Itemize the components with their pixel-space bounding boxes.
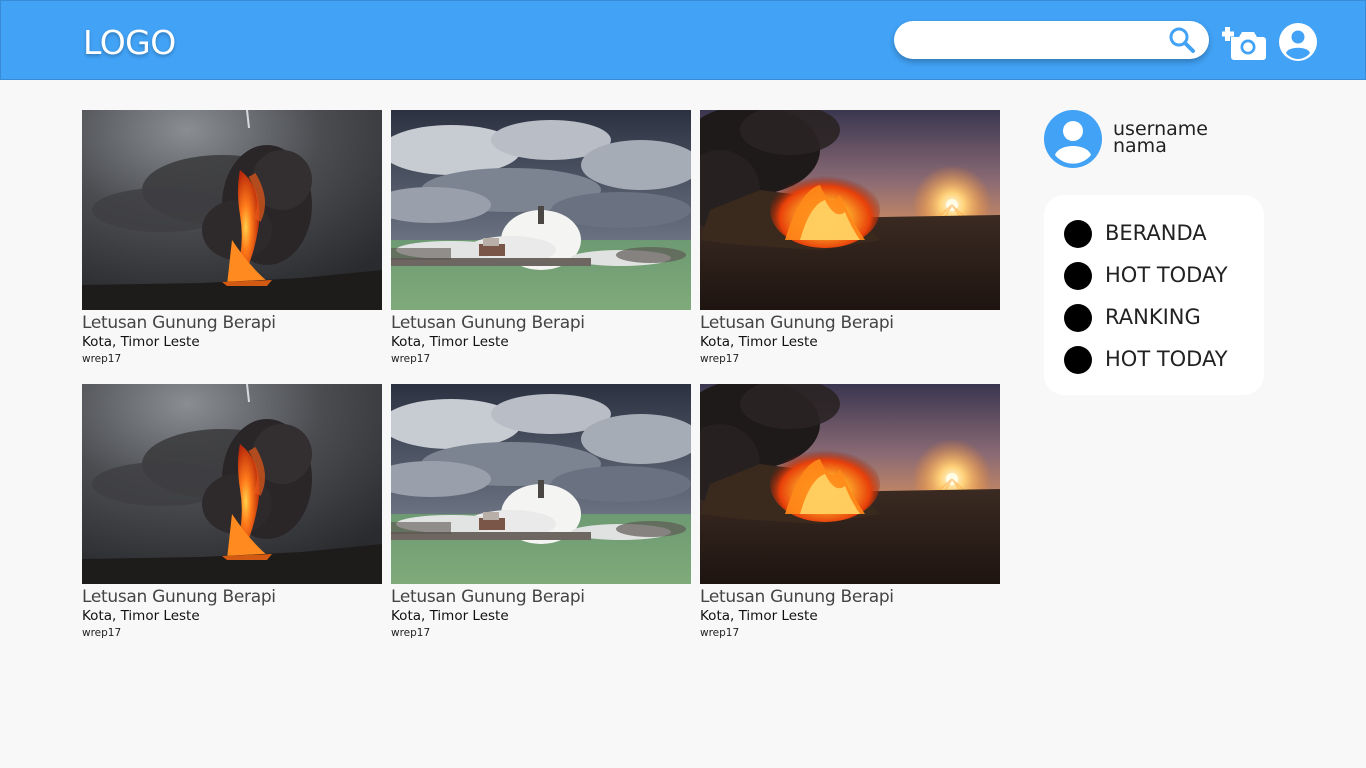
bullet-icon bbox=[1064, 220, 1092, 248]
post-author[interactable]: wrep17 bbox=[700, 626, 1000, 640]
post-grid: Letusan Gunung Berapi Kota, Timor Leste … bbox=[82, 110, 1000, 644]
menu-item-hot-today[interactable]: HOT TODAY bbox=[1064, 260, 1254, 290]
post-title: Letusan Gunung Berapi bbox=[700, 587, 894, 607]
bonfire-sunset-image[interactable] bbox=[700, 110, 1000, 310]
menu-item-label: RANKING bbox=[1105, 305, 1201, 329]
account-circle-icon[interactable] bbox=[1043, 109, 1103, 169]
post-location: Kota, Timor Leste bbox=[82, 334, 200, 350]
search-input[interactable] bbox=[912, 29, 1162, 51]
volcano-eruption-image[interactable] bbox=[82, 384, 382, 584]
menu-item-label: HOT TODAY bbox=[1105, 347, 1228, 371]
post-card[interactable]: Letusan Gunung Berapi Kota, Timor Leste … bbox=[82, 384, 382, 644]
post-card[interactable]: Letusan Gunung Berapi Kota, Timor Leste … bbox=[700, 384, 1000, 644]
bonfire-sunset-image[interactable] bbox=[700, 384, 1000, 584]
post-title: Letusan Gunung Berapi bbox=[700, 313, 894, 333]
menu-item-label: HOT TODAY bbox=[1105, 263, 1228, 287]
bullet-icon bbox=[1064, 304, 1092, 332]
volcano-eruption-image[interactable] bbox=[82, 110, 382, 310]
post-author[interactable]: wrep17 bbox=[82, 626, 382, 640]
post-location: Kota, Timor Leste bbox=[82, 608, 200, 624]
menu-item-label: BERANDA bbox=[1105, 221, 1207, 245]
post-title: Letusan Gunung Berapi bbox=[82, 587, 276, 607]
search-bar[interactable] bbox=[894, 21, 1209, 59]
post-card[interactable]: Letusan Gunung Berapi Kota, Timor Leste … bbox=[391, 384, 691, 644]
post-location: Kota, Timor Leste bbox=[700, 334, 818, 350]
post-location: Kota, Timor Leste bbox=[391, 334, 509, 350]
menu-item-ranking[interactable]: RANKING bbox=[1064, 302, 1254, 332]
search-icon[interactable] bbox=[1168, 26, 1196, 54]
post-title: Letusan Gunung Berapi bbox=[391, 313, 585, 333]
post-author[interactable]: wrep17 bbox=[82, 352, 382, 366]
add-photo-icon[interactable] bbox=[1222, 21, 1268, 61]
stormy-sea-lighthouse-image[interactable] bbox=[391, 384, 691, 584]
menu-item-beranda[interactable]: BERANDA bbox=[1064, 218, 1254, 248]
stormy-sea-lighthouse-image[interactable] bbox=[391, 110, 691, 310]
bullet-icon bbox=[1064, 262, 1092, 290]
bullet-icon bbox=[1064, 346, 1092, 374]
post-author[interactable]: wrep17 bbox=[391, 626, 691, 640]
account-icon[interactable] bbox=[1278, 22, 1318, 62]
post-location: Kota, Timor Leste bbox=[700, 608, 818, 624]
post-location: Kota, Timor Leste bbox=[391, 608, 509, 624]
side-menu: BERANDA HOT TODAY RANKING HOT TODAY bbox=[1044, 195, 1264, 395]
post-title: Letusan Gunung Berapi bbox=[82, 313, 276, 333]
post-author[interactable]: wrep17 bbox=[700, 352, 1000, 366]
post-card[interactable]: Letusan Gunung Berapi Kota, Timor Leste … bbox=[700, 110, 1000, 370]
top-bar: LOGO bbox=[0, 0, 1366, 80]
menu-item-hot-today-2[interactable]: HOT TODAY bbox=[1064, 344, 1254, 374]
post-card[interactable]: Letusan Gunung Berapi Kota, Timor Leste … bbox=[391, 110, 691, 370]
logo[interactable]: LOGO bbox=[83, 23, 176, 62]
profile-summary[interactable]: username nama bbox=[1043, 109, 1303, 169]
post-title: Letusan Gunung Berapi bbox=[391, 587, 585, 607]
post-author[interactable]: wrep17 bbox=[391, 352, 691, 366]
profile-name: nama bbox=[1113, 135, 1167, 157]
post-card[interactable]: Letusan Gunung Berapi Kota, Timor Leste … bbox=[82, 110, 382, 370]
